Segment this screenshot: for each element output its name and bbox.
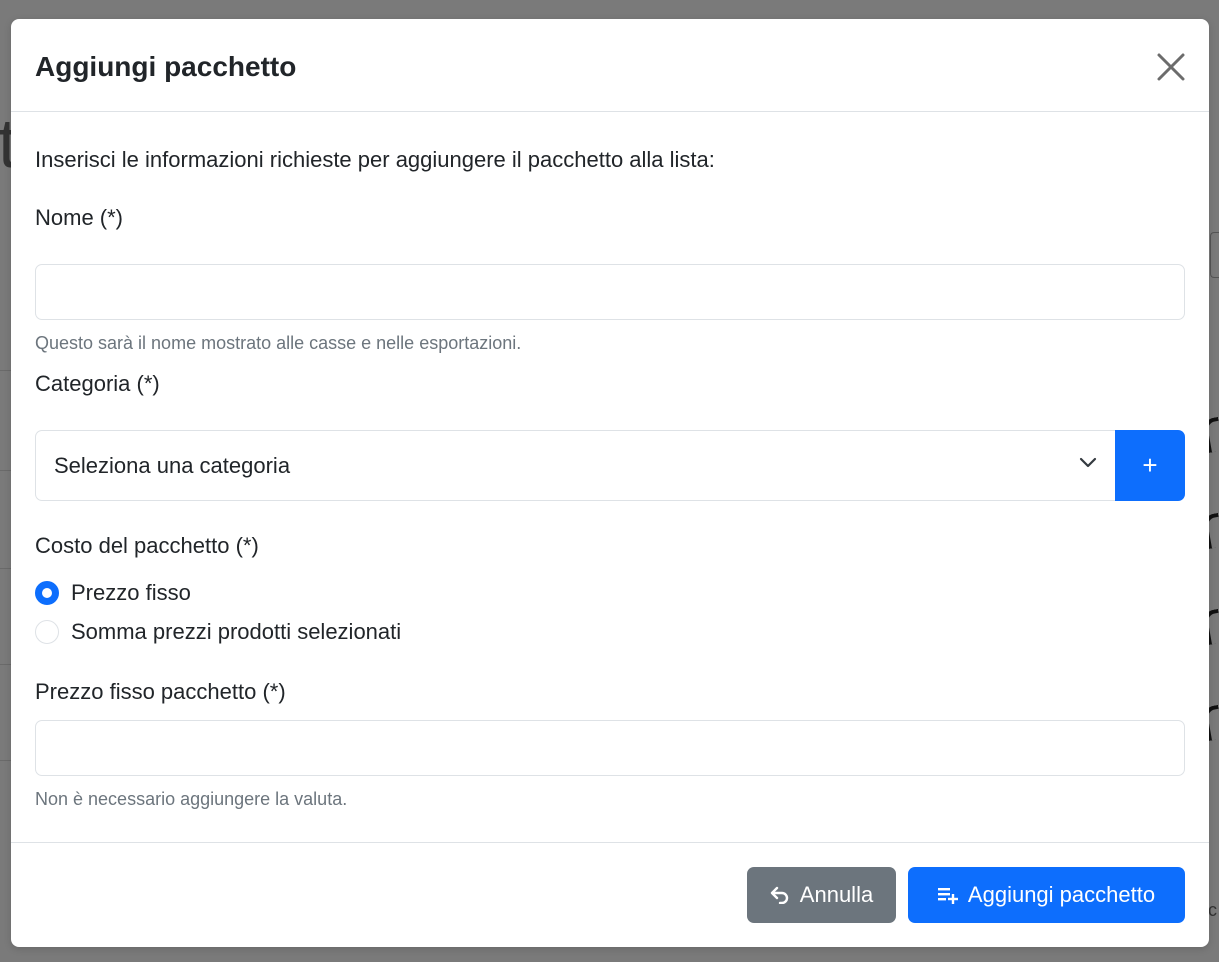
- radio-fixed-price-label: Prezzo fisso: [71, 580, 191, 605]
- add-package-button-label: Aggiungi pacchetto: [967, 882, 1156, 907]
- background-text-fragment: c: [1208, 900, 1217, 920]
- category-select[interactable]: Seleziona una categoria: [35, 430, 1115, 501]
- category-input-group: Seleziona una categoria +: [35, 430, 1185, 501]
- name-label: Nome (*): [35, 205, 124, 230]
- undo-icon: [770, 886, 788, 904]
- cancel-button-label: Annulla: [799, 882, 874, 907]
- radio-sum-prices-label: Somma prezzi prodotti selezionati: [71, 619, 402, 644]
- fixed-price-input[interactable]: [35, 720, 1185, 776]
- close-icon: [1157, 53, 1185, 81]
- fixed-price-help-text: Non è necessario aggiungere la valuta.: [35, 789, 348, 809]
- name-input[interactable]: [35, 264, 1185, 320]
- radio-sum-prices[interactable]: [35, 620, 59, 644]
- intro-text: Inserisci le informazioni richieste per …: [35, 147, 715, 172]
- radio-fixed-price[interactable]: [35, 581, 59, 605]
- playlist-add-icon: [937, 888, 958, 904]
- category-label: Categoria (*): [35, 371, 160, 396]
- fixed-price-label: Prezzo fisso pacchetto (*): [35, 679, 286, 704]
- background-input-fragment: [1210, 232, 1219, 278]
- modal-header: Aggiungi pacchetto: [11, 19, 1209, 112]
- close-button[interactable]: [1155, 51, 1187, 83]
- modal-footer: Annulla Aggiungi pacchetto: [11, 842, 1209, 947]
- name-help-text: Questo sarà il nome mostrato alle casse …: [35, 333, 522, 353]
- cost-label: Costo del pacchetto (*): [35, 533, 259, 558]
- category-select-value: Seleziona una categoria: [54, 453, 291, 478]
- cancel-button[interactable]: Annulla: [747, 867, 896, 923]
- modal-body: Inserisci le informazioni richieste per …: [11, 112, 1209, 842]
- add-package-button[interactable]: Aggiungi pacchetto: [908, 867, 1185, 923]
- add-category-button[interactable]: +: [1115, 430, 1185, 501]
- add-package-modal: Aggiungi pacchetto Inserisci le informaz…: [11, 19, 1209, 947]
- modal-title: Aggiungi pacchetto: [35, 51, 297, 82]
- chevron-down-icon: [1079, 457, 1097, 468]
